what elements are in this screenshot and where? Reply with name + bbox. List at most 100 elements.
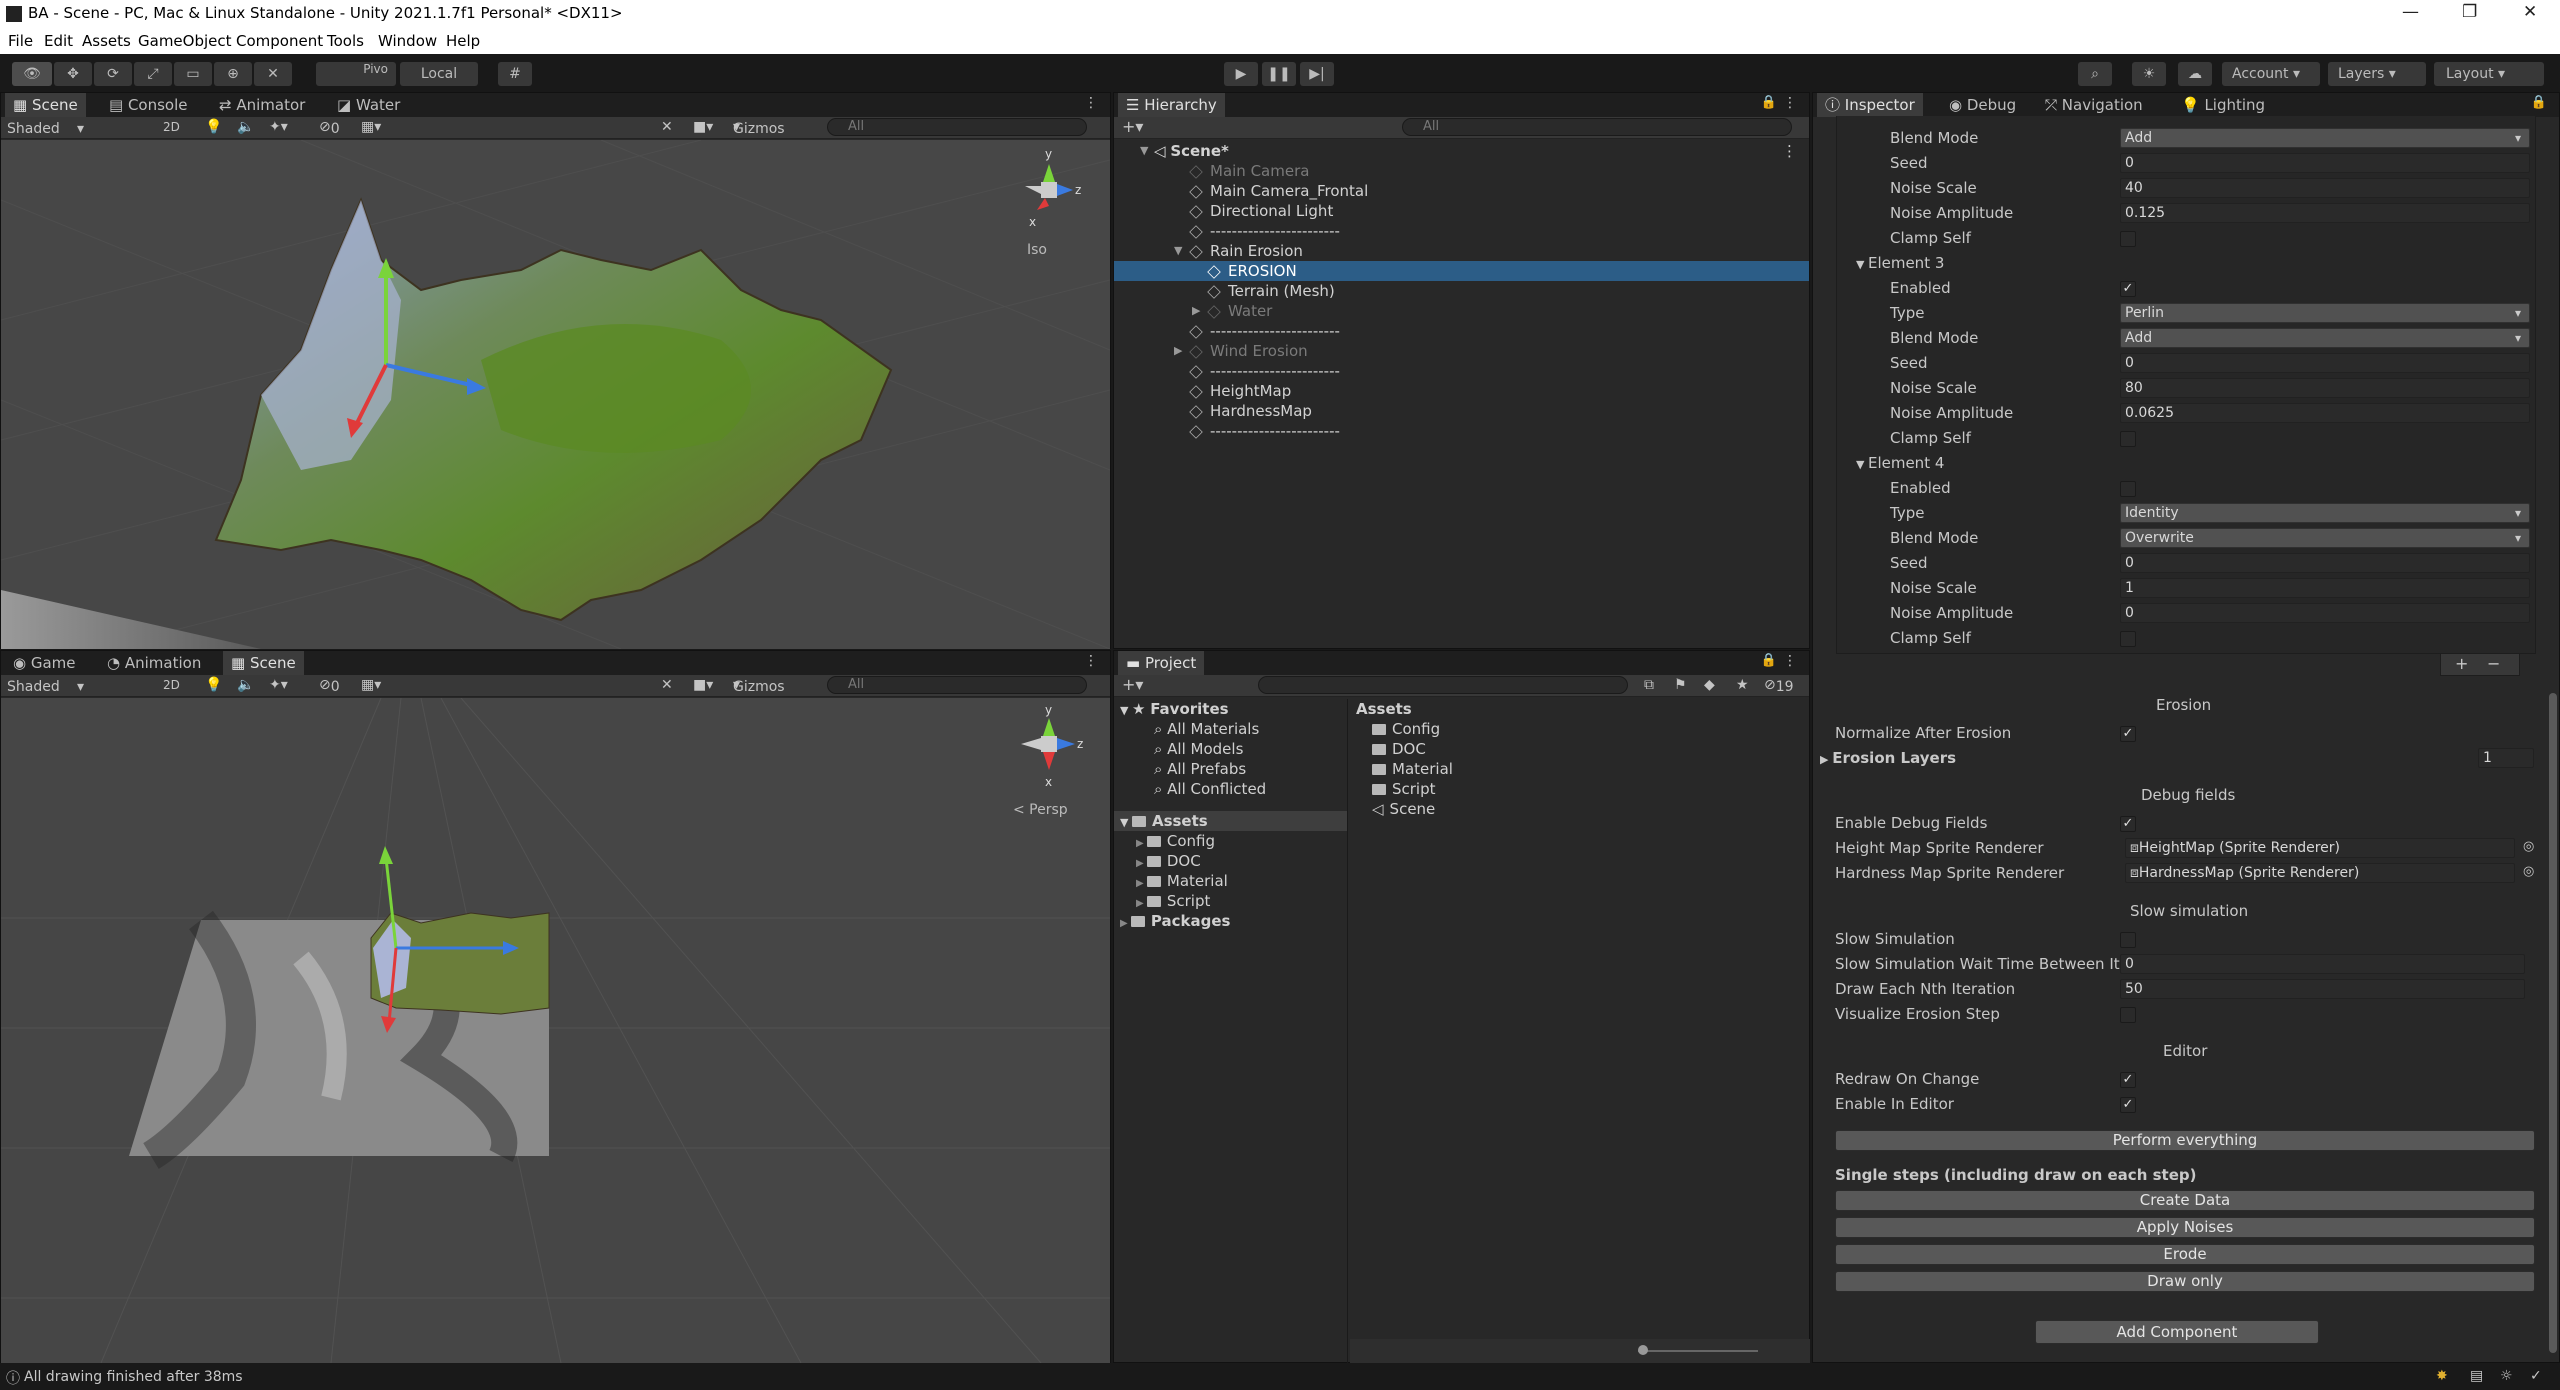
filter-type-icon[interactable]: ⧉ [1644,677,1654,693]
perform-everything-button[interactable]: Perform everything [1835,1130,2535,1151]
draw-only-button[interactable]: Draw only [1835,1271,2535,1292]
check-icon[interactable]: ✓ [2530,1368,2542,1384]
slow-wait-field[interactable]: 0 [2120,954,2525,974]
content-item[interactable]: Material [1372,759,1453,779]
mode-2d-toggle[interactable]: 2D [163,678,180,692]
move-tool-button[interactable]: ✥ [54,62,92,86]
camera-icon[interactable]: ■▾ [693,119,713,135]
noise-amplitude-field[interactable]: 0 [2120,603,2530,623]
hierarchy-item[interactable]: ------------------------ [1114,421,1809,441]
type-dropdown[interactable]: Perlin [2120,303,2530,323]
add-component-button[interactable]: Add Component [2035,1320,2319,1344]
favorites-header[interactable]: ▼ ★ Favorites [1120,699,1229,719]
search-icon[interactable]: ⌕ [2078,62,2112,86]
lighting-toggle-icon[interactable]: 💡 [205,119,222,135]
project-search-input[interactable] [1258,676,1628,694]
lighting-toggle-icon[interactable]: 💡 [205,677,222,693]
tools-icon[interactable]: ✕ [661,119,673,135]
orientation-gizmo[interactable]: y z x < Persp [1011,702,1091,818]
tab-game[interactable]: ◉ Game [5,651,84,675]
visualize-step-checkbox[interactable] [2120,1007,2136,1023]
panel-menu-icon[interactable]: ⋮ [1783,95,1797,111]
minimize-button[interactable]: — [2402,2,2419,22]
collab-icon[interactable]: ☀ [2132,62,2166,86]
noise-scale-field[interactable]: 1 [2120,578,2530,598]
hierarchy-item-selected[interactable]: EROSION [1114,261,1809,281]
tab-lighting[interactable]: 💡 Lighting [2173,93,2273,117]
custom-tool-button[interactable]: ✕ [254,62,292,86]
inspector-scrollbar[interactable] [2549,693,2557,1353]
game-search-input[interactable]: All [827,676,1087,694]
height-map-object-field[interactable]: ⧈HeightMap (Sprite Renderer) [2125,838,2515,858]
create-add-button[interactable]: +▾ [1122,117,1143,136]
slow-simulation-checkbox[interactable] [2120,932,2136,948]
cache-server-icon[interactable]: ▤ [2470,1368,2483,1384]
tab-scene[interactable]: ▦ Scene [5,93,86,117]
panel-menu-icon[interactable]: ⋮ [1084,653,1098,669]
game-viewport[interactable]: y z x < Persp [1,698,1110,1363]
panel-menu-icon[interactable]: ⋮ [1783,653,1797,669]
grid-toggle-icon[interactable]: ▦▾ [361,119,381,135]
icon-size-slider[interactable] [1638,1350,1758,1352]
scene-viewport[interactable]: y z x Iso [1,140,1110,649]
play-button[interactable]: ▶ [1224,62,1258,86]
lock-icon[interactable]: 🔒 [2531,95,2547,110]
favorite-item[interactable]: ⌕ All Prefabs [1154,759,1246,779]
erosion-layers-count[interactable]: 1 [2478,748,2534,768]
blend-mode-dropdown[interactable]: Overwrite [2120,528,2530,548]
hidden-objects-icon[interactable]: ⊘ 0 [319,677,340,695]
content-item[interactable]: Config [1372,719,1440,739]
scale-tool-button[interactable]: ⤢ [134,62,172,86]
gizmos-dropdown[interactable]: Gizmos ▾ [733,677,785,695]
hidden-objects-icon[interactable]: ⊘ 0 [319,119,340,137]
tab-animator[interactable]: ⇄ Animator [211,93,313,117]
tab-navigation[interactable]: ⤱ Navigation [2037,93,2151,117]
hierarchy-scene-row[interactable]: ▼ ◁ Scene* ⋮ [1114,141,1809,161]
noise-scale-field[interactable]: 40 [2120,178,2530,198]
list-remove-button[interactable]: − [2487,654,2500,673]
auto-generate-lighting-icon[interactable]: ☼ [2500,1368,2513,1384]
progress-icon[interactable]: ✸ [2436,1368,2448,1384]
clamp-self-checkbox[interactable] [2120,231,2136,247]
status-message[interactable]: All drawing finished after 38ms [24,1369,243,1385]
list-add-button[interactable]: + [2455,654,2468,673]
tab-water[interactable]: ◪ Water [329,93,408,117]
grid-toggle-icon[interactable]: ▦▾ [361,677,381,693]
clamp-self-checkbox[interactable] [2120,431,2136,447]
tab-console[interactable]: ▤ Console [101,93,196,117]
hierarchy-item[interactable]: Terrain (Mesh) [1114,281,1809,301]
menu-assets[interactable]: Assets [82,32,131,50]
rect-tool-button[interactable]: ▭ [174,62,212,86]
asset-folder[interactable]: ▶ Config [1136,831,1215,851]
hierarchy-item[interactable]: ▶ Water [1114,301,1809,321]
audio-toggle-icon[interactable]: 🔈 [237,677,254,693]
enabled-checkbox[interactable]: ✓ [2120,281,2136,297]
erode-button[interactable]: Erode [1835,1244,2535,1265]
pivot-toggle[interactable]: Pivo [316,62,396,86]
hierarchy-item[interactable]: HeightMap [1114,381,1809,401]
enable-debug-checkbox[interactable]: ✓ [2120,816,2136,832]
tools-icon[interactable]: ✕ [661,677,673,693]
create-add-button[interactable]: +▾ [1122,675,1143,694]
favorite-star-icon[interactable]: ★ [1736,677,1749,693]
account-dropdown[interactable]: Account ▾ [2222,62,2320,86]
hierarchy-item[interactable]: ------------------------ [1114,321,1809,341]
enabled-checkbox[interactable] [2120,481,2136,497]
noise-amplitude-field[interactable]: 0.125 [2120,203,2530,223]
hierarchy-item[interactable]: Main Camera [1114,161,1809,181]
menu-file[interactable]: File [8,32,33,50]
element-3-header[interactable]: ▼ Element 3 [1856,251,2556,275]
hidden-packages-icon[interactable]: ⊘ 19 [1764,677,1794,695]
menu-component[interactable]: Component [236,32,323,50]
panel-menu-icon[interactable]: ⋮ [1084,95,1098,111]
menu-window[interactable]: Window [378,32,437,50]
noise-scale-field[interactable]: 80 [2120,378,2530,398]
clamp-self-checkbox[interactable] [2120,631,2136,647]
mode-2d-toggle[interactable]: 2D [163,120,180,134]
hierarchy-item[interactable]: HardnessMap [1114,401,1809,421]
filter-label-icon[interactable]: ⚑ [1674,677,1687,693]
redraw-on-change-checkbox[interactable]: ✓ [2120,1072,2136,1088]
effects-toggle-icon[interactable]: ✦▾ [269,677,288,693]
hierarchy-item[interactable]: Directional Light [1114,201,1809,221]
content-item[interactable]: DOC [1372,739,1426,759]
